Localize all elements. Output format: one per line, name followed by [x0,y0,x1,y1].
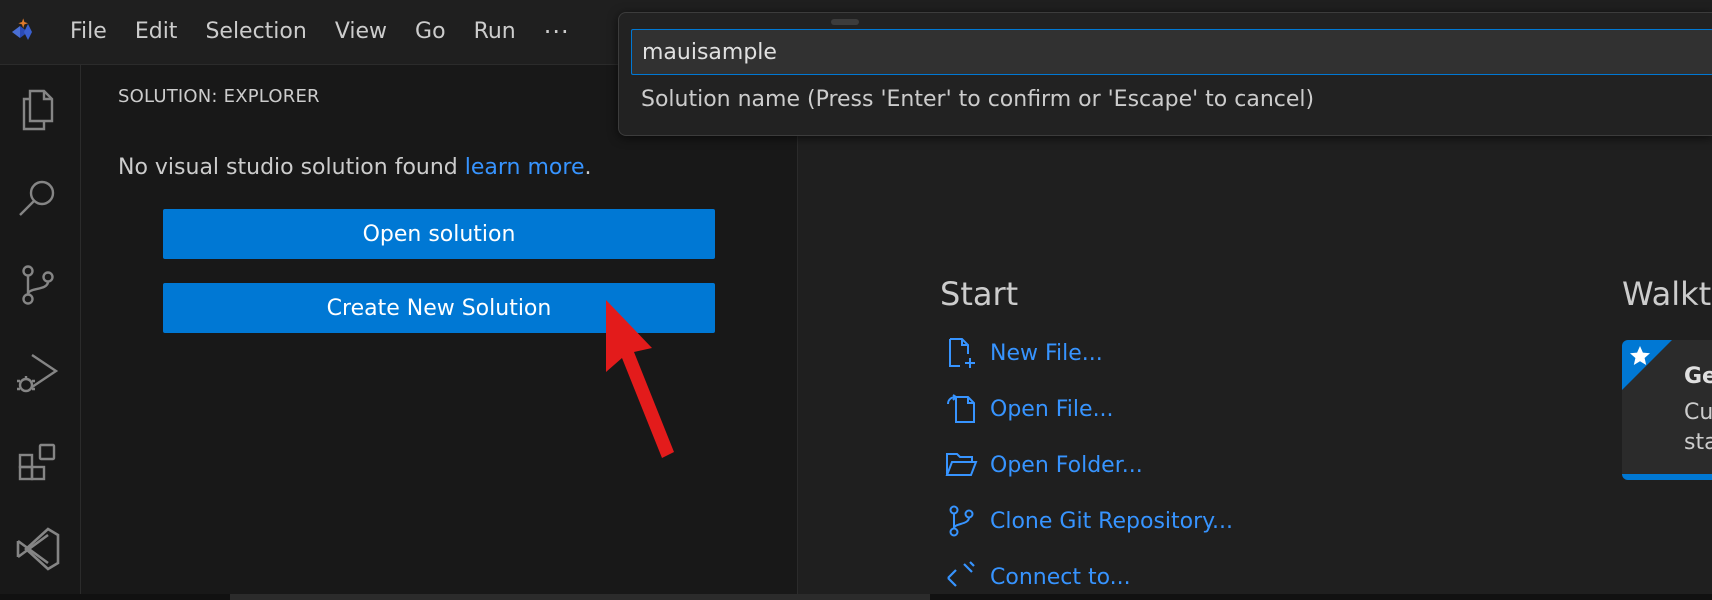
annotation-arrow-icon [606,300,674,458]
no-solution-message: No visual studio solution found learn mo… [118,155,591,180]
start-open-file-label: Open File... [990,396,1114,422]
menu-more-icon[interactable]: ··· [530,18,584,46]
editor-area: Start New File... Open File... Open Fold… [798,65,1712,600]
open-solution-button[interactable]: Open solution [163,209,715,259]
walkthrough-card[interactable]: Ge Cu sta [1622,340,1712,480]
git-clone-icon [949,505,974,537]
activity-bar [0,65,81,600]
start-open-folder[interactable]: Open Folder... [944,445,1143,485]
menu-edit[interactable]: Edit [121,0,192,64]
menu-run[interactable]: Run [460,0,530,64]
quick-input-widget: Solution name (Press 'Enter' to confirm … [618,12,1712,136]
search-icon[interactable] [14,173,62,221]
source-control-icon[interactable] [14,261,62,309]
walkthroughs-heading: Walkt [1622,275,1712,313]
walkthrough-card-title: Ge [1684,364,1712,389]
start-open-file[interactable]: Open File... [944,389,1114,429]
menu-selection[interactable]: Selection [191,0,320,64]
bottom-panel-edge [230,594,930,600]
new-file-icon [949,338,975,368]
menu-go[interactable]: Go [401,0,460,64]
run-debug-icon[interactable] [14,349,62,397]
learn-more-link[interactable]: learn more [465,155,585,180]
sidebar-title: SOLUTION: EXPLORER [118,86,320,107]
quick-input-drag-handle[interactable] [831,19,859,25]
menu-view[interactable]: View [321,0,401,64]
bottom-strip [0,594,1712,600]
solution-name-input[interactable] [631,29,1712,75]
start-clone-git-label: Clone Git Repository... [990,508,1234,534]
start-new-file[interactable]: New File... [944,333,1103,373]
walkthrough-card-desc-line1: Cu [1684,400,1712,425]
vscode-insiders-logo-icon[interactable] [8,16,40,48]
walkthrough-card-desc-line2: sta [1684,430,1712,455]
start-connect-to-label: Connect to... [990,564,1131,590]
remote-connect-icon [947,561,975,587]
start-heading: Start [940,275,1019,313]
start-connect-to[interactable]: Connect to... [944,557,1131,597]
start-new-file-label: New File... [990,340,1103,366]
explorer-icon[interactable] [14,85,62,133]
visual-studio-icon[interactable] [14,525,62,573]
walkthrough-card-description: Cu sta [1684,398,1712,458]
start-clone-git[interactable]: Clone Git Repository... [944,501,1233,541]
quick-input-message: Solution name (Press 'Enter' to confirm … [641,87,1315,112]
no-solution-period: . [584,155,592,180]
extensions-icon[interactable] [14,437,62,485]
walkthrough-progress-bar [1622,474,1712,480]
open-folder-icon [945,453,978,476]
star-icon [1630,346,1650,365]
open-file-icon [947,394,975,423]
menu-file[interactable]: File [56,0,121,64]
menu-bar: File Edit Selection View Go Run ··· [56,0,584,64]
no-solution-text: No visual studio solution found [118,155,465,180]
solution-explorer-sidebar: SOLUTION: EXPLORER No visual studio solu… [81,65,798,600]
start-open-folder-label: Open Folder... [990,452,1143,478]
